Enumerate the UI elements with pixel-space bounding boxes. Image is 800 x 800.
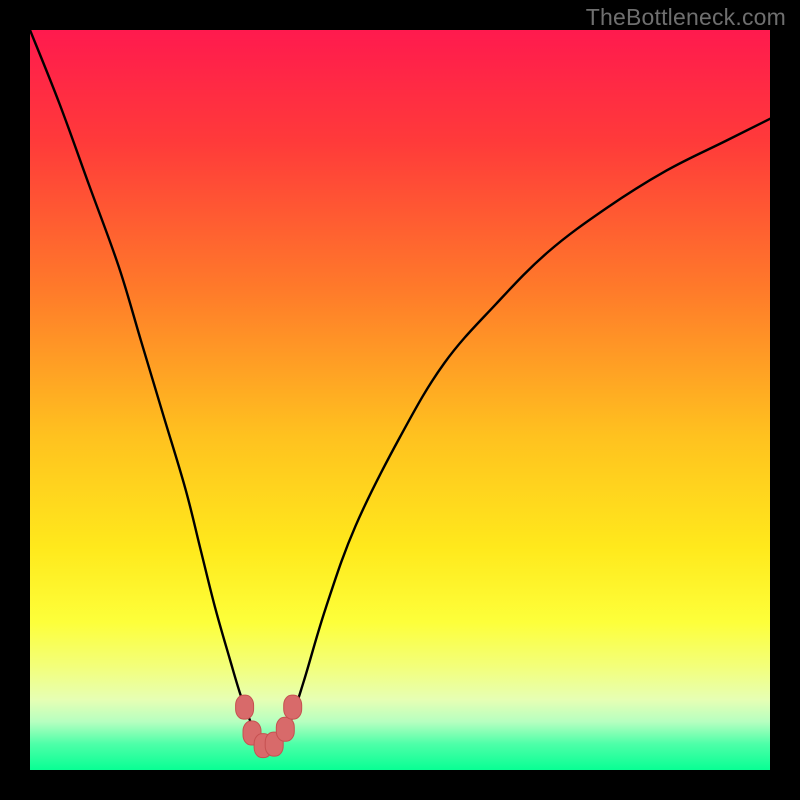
curve-markers	[236, 695, 302, 757]
curve-layer	[30, 30, 770, 770]
chart-frame: TheBottleneck.com	[0, 0, 800, 800]
watermark-text: TheBottleneck.com	[586, 4, 786, 31]
bottleneck-curve	[30, 30, 770, 748]
curve-marker	[284, 695, 302, 719]
curve-marker	[236, 695, 254, 719]
curve-marker	[276, 717, 294, 741]
plot-area	[30, 30, 770, 770]
